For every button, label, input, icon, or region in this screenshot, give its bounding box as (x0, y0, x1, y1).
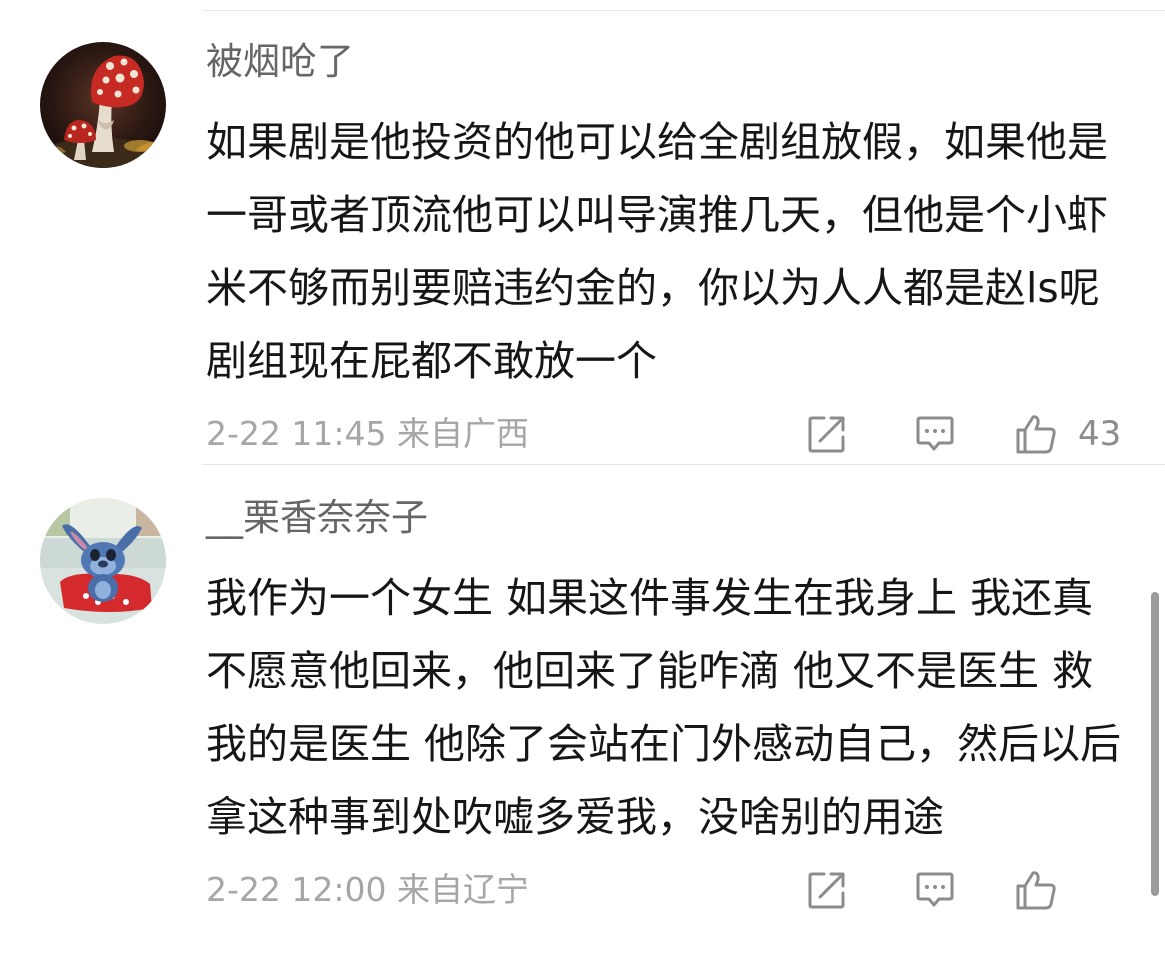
comment-text: 如果剧是他投资的他可以给全剧组放假，如果他是一哥或者顶流他可以叫导演推几天，但他… (206, 118, 1108, 385)
reply-icon (916, 872, 954, 907)
like-button[interactable] (1014, 866, 1058, 914)
stitch-avatar-icon (40, 498, 166, 624)
like-icon (1016, 415, 1056, 454)
avatar[interactable] (40, 498, 166, 624)
like-icon (1016, 871, 1056, 910)
comment-content: 被烟呛了 如果剧是他投资的他可以给全剧组放假，如果他是一哥或者顶流他可以叫导演推… (206, 38, 1126, 458)
divider (202, 464, 1165, 465)
like-button[interactable]: 43 (1014, 410, 1121, 458)
scrollbar[interactable] (1151, 592, 1159, 896)
reply-icon (916, 416, 954, 451)
divider (202, 10, 1165, 11)
comment-meta: 2-22 12:00 来自辽宁 (206, 870, 529, 909)
share-button[interactable] (806, 866, 848, 914)
username[interactable]: 被烟呛了 (206, 38, 1126, 86)
avatar[interactable] (40, 42, 166, 168)
share-button[interactable] (806, 410, 848, 458)
comment-content: __栗香奈奈子 我作为一个女生 如果这件事发生在我身上 我还真不愿意他回来，他回… (206, 494, 1126, 914)
reply-button[interactable] (914, 410, 956, 458)
share-icon (808, 416, 845, 453)
username[interactable]: __栗香奈奈子 (206, 494, 1126, 542)
comment-footer: 2-22 11:45 来自广西 43 (206, 410, 1126, 458)
comment-footer: 2-22 12:00 来自辽宁 (206, 866, 1126, 914)
mushroom-avatar-icon (40, 42, 166, 168)
comment-text: 我作为一个女生 如果这件事发生在我身上 我还真不愿意他回来，他回来了能咋滴 他又… (206, 574, 1122, 841)
share-icon (808, 872, 845, 909)
reply-button[interactable] (914, 866, 956, 914)
like-count: 43 (1078, 414, 1122, 454)
comment-feed: 被烟呛了 如果剧是他投资的他可以给全剧组放假，如果他是一哥或者顶流他可以叫导演推… (0, 0, 1165, 979)
comment-meta: 2-22 11:45 来自广西 (206, 414, 529, 453)
